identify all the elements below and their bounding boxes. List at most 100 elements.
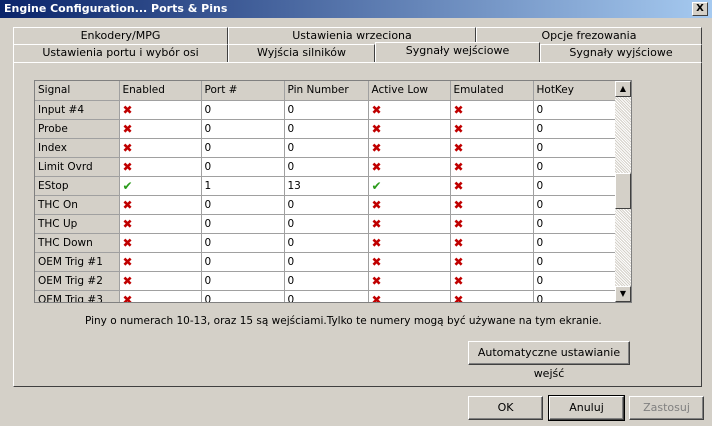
toggle-cell[interactable]: ✖ bbox=[119, 271, 202, 291]
value-cell[interactable]: 0 bbox=[284, 290, 369, 302]
value-cell[interactable]: 0 bbox=[533, 233, 618, 253]
toggle-cell[interactable]: ✔ bbox=[368, 176, 451, 196]
value-cell[interactable]: 0 bbox=[533, 195, 618, 215]
tab-wyjscia-silnikow[interactable]: Wyjścia silników bbox=[228, 44, 375, 62]
cancel-button[interactable]: Anuluj bbox=[548, 395, 625, 421]
toggle-cell[interactable]: ✖ bbox=[368, 214, 451, 234]
value-cell[interactable]: 0 bbox=[284, 252, 369, 272]
scroll-up-icon[interactable]: ▲ bbox=[615, 81, 631, 97]
value-cell[interactable]: 0 bbox=[533, 157, 618, 177]
toggle-cell[interactable]: ✖ bbox=[368, 290, 451, 302]
toggle-cell[interactable]: ✖ bbox=[450, 119, 534, 139]
column-header[interactable]: Active Low bbox=[368, 81, 451, 101]
table-row[interactable]: Probe ✖ 0 0 ✖ ✖ 0 bbox=[35, 119, 618, 139]
close-button[interactable]: X bbox=[692, 2, 708, 16]
toggle-cell[interactable]: ✖ bbox=[119, 157, 202, 177]
toggle-cell[interactable]: ✖ bbox=[450, 138, 534, 158]
toggle-cell[interactable]: ✖ bbox=[368, 195, 451, 215]
column-header[interactable]: Pin Number bbox=[284, 81, 369, 101]
tab-sygnaly-wyjsciowe[interactable]: Sygnały wyjściowe bbox=[540, 44, 702, 62]
value-cell[interactable]: 0 bbox=[201, 195, 285, 215]
value-cell[interactable]: 0 bbox=[284, 157, 369, 177]
table-row[interactable]: Input #4 ✖ 0 0 ✖ ✖ 0 bbox=[35, 100, 618, 120]
signal-name[interactable]: Limit Ovrd bbox=[35, 157, 120, 177]
toggle-cell[interactable]: ✖ bbox=[119, 195, 202, 215]
auto-setup-inputs-button[interactable]: Automatyczne ustawianie wejść bbox=[468, 341, 630, 380]
value-cell[interactable]: 0 bbox=[533, 252, 618, 272]
value-cell[interactable]: 0 bbox=[533, 271, 618, 291]
signals-grid[interactable]: Signal Enabled Port # Pin Number Active Low E… bbox=[34, 80, 632, 303]
value-cell[interactable]: 0 bbox=[533, 119, 618, 139]
table-row[interactable]: THC Down ✖ 0 0 ✖ ✖ 0 bbox=[35, 233, 618, 253]
signal-name[interactable]: THC On bbox=[35, 195, 120, 215]
table-row[interactable]: EStop ✔ 1 13 ✔ ✖ 0 bbox=[35, 176, 618, 196]
value-cell[interactable]: 0 bbox=[533, 138, 618, 158]
value-cell[interactable]: 0 bbox=[284, 214, 369, 234]
value-cell[interactable]: 0 bbox=[201, 252, 285, 272]
toggle-cell[interactable]: ✖ bbox=[450, 271, 534, 291]
signal-name[interactable]: Probe bbox=[35, 119, 120, 139]
toggle-cell[interactable]: ✖ bbox=[450, 214, 534, 234]
value-cell[interactable]: 0 bbox=[201, 290, 285, 302]
tab-enkodery[interactable]: Enkodery/MPG bbox=[13, 27, 228, 45]
signal-name[interactable]: THC Down bbox=[35, 233, 120, 253]
value-cell[interactable]: 0 bbox=[284, 195, 369, 215]
table-row[interactable]: Limit Ovrd ✖ 0 0 ✖ ✖ 0 bbox=[35, 157, 618, 177]
value-cell[interactable]: 0 bbox=[201, 138, 285, 158]
toggle-cell[interactable]: ✖ bbox=[450, 233, 534, 253]
column-header[interactable]: Enabled bbox=[119, 81, 202, 101]
value-cell[interactable]: 0 bbox=[284, 119, 369, 139]
toggle-cell[interactable]: ✖ bbox=[450, 176, 534, 196]
value-cell[interactable]: 0 bbox=[533, 214, 618, 234]
toggle-cell[interactable]: ✖ bbox=[119, 214, 202, 234]
signal-name[interactable]: OEM Trig #1 bbox=[35, 252, 120, 272]
table-row[interactable]: Index ✖ 0 0 ✖ ✖ 0 bbox=[35, 138, 618, 158]
value-cell[interactable]: 0 bbox=[201, 214, 285, 234]
value-cell[interactable]: 0 bbox=[201, 233, 285, 253]
ok-button[interactable]: OK bbox=[468, 396, 543, 420]
scroll-down-icon[interactable]: ▼ bbox=[615, 286, 631, 302]
toggle-cell[interactable]: ✖ bbox=[450, 195, 534, 215]
toggle-cell[interactable]: ✖ bbox=[119, 252, 202, 272]
toggle-cell[interactable]: ✖ bbox=[368, 271, 451, 291]
column-header[interactable]: Port # bbox=[201, 81, 285, 101]
toggle-cell[interactable]: ✖ bbox=[450, 100, 534, 120]
value-cell[interactable]: 0 bbox=[201, 271, 285, 291]
table-row[interactable]: OEM Trig #2 ✖ 0 0 ✖ ✖ 0 bbox=[35, 271, 618, 291]
value-cell[interactable]: 0 bbox=[533, 176, 618, 196]
toggle-cell[interactable]: ✖ bbox=[119, 290, 202, 302]
scroll-thumb[interactable] bbox=[615, 173, 631, 209]
table-row[interactable]: OEM Trig #3 ✖ 0 0 ✖ ✖ 0 bbox=[35, 290, 618, 302]
toggle-cell[interactable]: ✖ bbox=[368, 233, 451, 253]
signal-name[interactable]: Index bbox=[35, 138, 120, 158]
toggle-cell[interactable]: ✖ bbox=[450, 157, 534, 177]
value-cell[interactable]: 0 bbox=[201, 119, 285, 139]
value-cell[interactable]: 0 bbox=[284, 233, 369, 253]
column-header[interactable]: Signal bbox=[35, 81, 120, 101]
toggle-cell[interactable]: ✖ bbox=[450, 290, 534, 302]
value-cell[interactable]: 0 bbox=[201, 100, 285, 120]
value-cell[interactable]: 1 bbox=[201, 176, 285, 196]
vertical-scrollbar[interactable]: ▲ ▼ bbox=[615, 81, 631, 302]
toggle-cell[interactable]: ✖ bbox=[119, 100, 202, 120]
tab-sygnaly-wejsciowe[interactable]: Sygnały wejściowe bbox=[375, 42, 540, 62]
signal-name[interactable]: Input #4 bbox=[35, 100, 120, 120]
column-header[interactable]: HotKey bbox=[533, 81, 618, 101]
table-row[interactable]: OEM Trig #1 ✖ 0 0 ✖ ✖ 0 bbox=[35, 252, 618, 272]
signal-name[interactable]: OEM Trig #2 bbox=[35, 271, 120, 291]
signal-name[interactable]: THC Up bbox=[35, 214, 120, 234]
table-row[interactable]: THC Up ✖ 0 0 ✖ ✖ 0 bbox=[35, 214, 618, 234]
value-cell[interactable]: 0 bbox=[284, 138, 369, 158]
toggle-cell[interactable]: ✖ bbox=[368, 100, 451, 120]
value-cell[interactable]: 0 bbox=[533, 290, 618, 302]
value-cell[interactable]: 0 bbox=[201, 157, 285, 177]
column-header[interactable]: Emulated bbox=[450, 81, 534, 101]
apply-button[interactable]: Zastosuj bbox=[629, 396, 704, 420]
value-cell[interactable]: 13 bbox=[284, 176, 369, 196]
toggle-cell[interactable]: ✖ bbox=[368, 252, 451, 272]
toggle-cell[interactable]: ✖ bbox=[368, 157, 451, 177]
table-row[interactable]: THC On ✖ 0 0 ✖ ✖ 0 bbox=[35, 195, 618, 215]
toggle-cell[interactable]: ✖ bbox=[119, 119, 202, 139]
tab-ustawienia-portu[interactable]: Ustawienia portu i wybór osi bbox=[13, 44, 228, 62]
value-cell[interactable]: 0 bbox=[284, 100, 369, 120]
